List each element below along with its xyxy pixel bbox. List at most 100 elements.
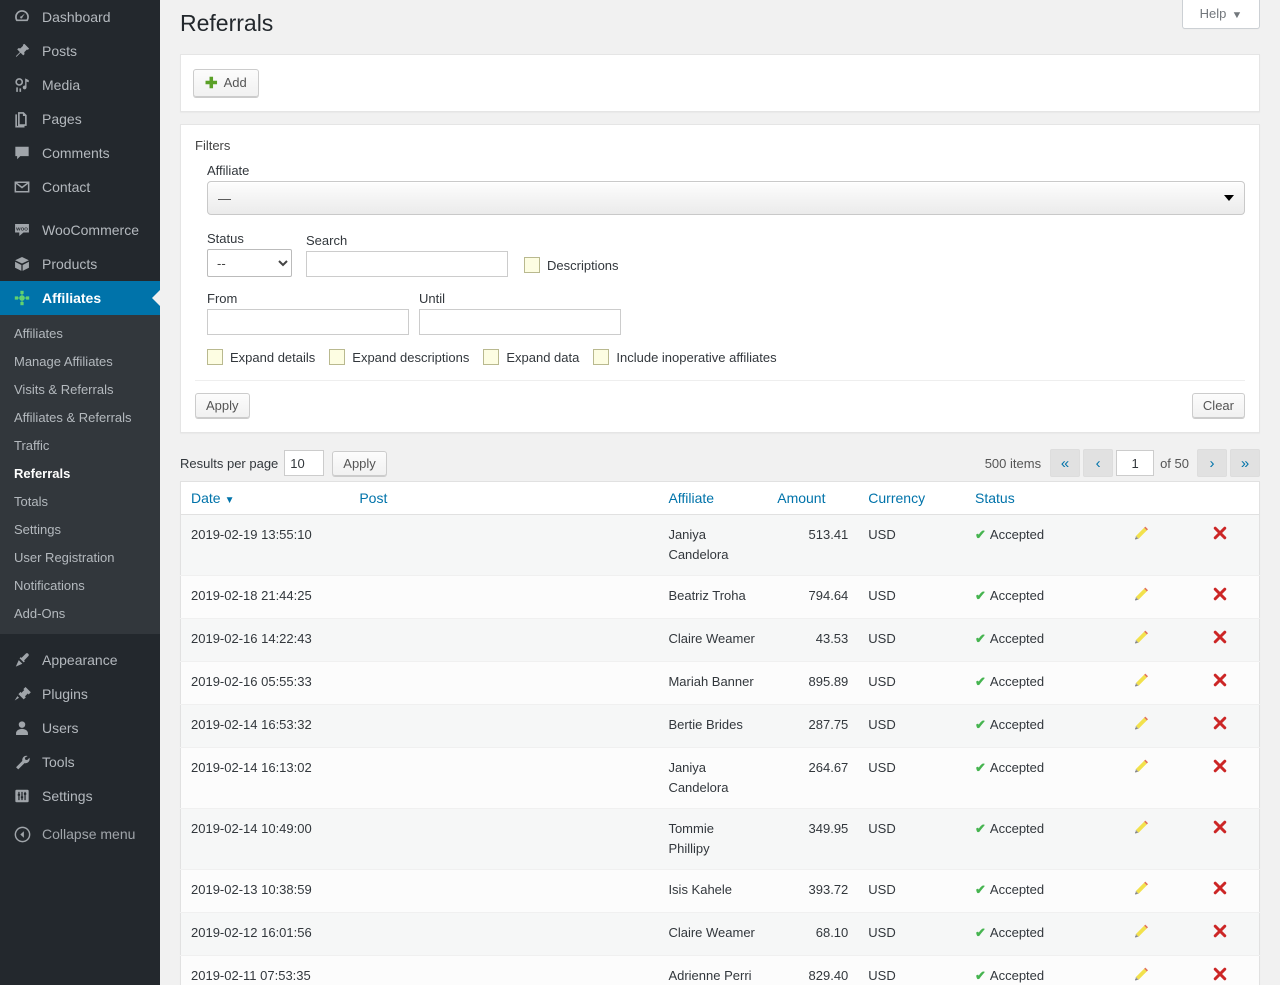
cell-currency: USD	[858, 912, 966, 956]
delete-x-icon[interactable]	[1212, 819, 1228, 835]
appearance-icon	[10, 651, 34, 669]
help-tab-wrap: Help ▼	[1182, 0, 1260, 29]
next-page-button-top[interactable]: ›	[1197, 449, 1227, 477]
delete-x-icon[interactable]	[1212, 715, 1228, 731]
add-panel: ✚ Add	[180, 54, 1260, 112]
cell-amount: 264.67	[767, 747, 859, 809]
expand-details-checkbox-label: Expand details	[230, 349, 316, 365]
sidebar-item-products[interactable]: Products	[0, 247, 160, 281]
submenu-item-manage-affiliates[interactable]: Manage Affiliates	[0, 348, 160, 376]
filters-clear-button[interactable]: Clear	[1191, 393, 1245, 418]
sidebar-item-dashboard[interactable]: Dashboard	[0, 0, 160, 34]
cell-currency: USD	[858, 955, 966, 985]
tools-icon	[10, 753, 34, 771]
submenu-item-traffic[interactable]: Traffic	[0, 432, 160, 460]
sidebar-item-users[interactable]: Users	[0, 711, 160, 745]
help-button[interactable]: Help ▼	[1182, 0, 1260, 29]
until-date-input[interactable]	[419, 309, 621, 335]
pencil-icon[interactable]	[1134, 880, 1150, 896]
last-page-button-top[interactable]: »	[1230, 449, 1260, 477]
expand-details-checkbox[interactable]	[207, 349, 223, 365]
sidebar-item-plugins[interactable]: Plugins	[0, 677, 160, 711]
results-per-page-input[interactable]	[284, 450, 325, 476]
pencil-icon[interactable]	[1134, 525, 1150, 541]
pencil-icon[interactable]	[1134, 715, 1150, 731]
from-filter-label: From	[207, 291, 238, 306]
delete-x-icon[interactable]	[1212, 525, 1228, 541]
column-header-amount[interactable]: Amount	[767, 481, 859, 515]
pencil-icon[interactable]	[1134, 672, 1150, 688]
pencil-icon[interactable]	[1134, 819, 1150, 835]
table-row: 2019-02-12 16:01:56 Claire Weamer 68.10 USD…	[180, 912, 1260, 956]
delete-x-icon[interactable]	[1212, 758, 1228, 774]
collapse-menu-button[interactable]: Collapse menu	[0, 817, 160, 851]
column-header-date[interactable]: Date ▼	[180, 481, 350, 515]
cell-status: ✔ Accepted	[965, 618, 1103, 662]
sidebar-item-appearance[interactable]: Appearance	[0, 643, 160, 677]
sidebar-item-pages[interactable]: Pages	[0, 102, 160, 136]
column-header-post[interactable]: Post	[349, 481, 659, 515]
status-label: Accepted	[989, 821, 1045, 836]
check-icon: ✔	[975, 631, 986, 646]
current-page-input-top[interactable]	[1116, 450, 1155, 476]
sidebar-item-label: Plugins	[42, 686, 88, 702]
submenu-item-visits-referrals[interactable]: Visits & Referrals	[0, 376, 160, 404]
affiliate-select[interactable]: —	[207, 181, 1245, 215]
submenu-item-totals[interactable]: Totals	[0, 488, 160, 516]
submenu-item-settings[interactable]: Settings	[0, 516, 160, 544]
submenu-item-referrals[interactable]: Referrals	[0, 460, 160, 488]
delete-x-icon[interactable]	[1212, 966, 1228, 982]
cell-status: ✔ Accepted	[965, 869, 1103, 913]
delete-x-icon[interactable]	[1212, 629, 1228, 645]
column-header-status[interactable]: Status	[965, 481, 1103, 515]
table-body: 2019-02-19 13:55:10 Janiya Candelora 513.4…	[180, 514, 1260, 985]
column-header-currency[interactable]: Currency	[858, 481, 966, 515]
delete-x-icon[interactable]	[1212, 923, 1228, 939]
delete-x-icon[interactable]	[1212, 586, 1228, 602]
sidebar-item-tools[interactable]: Tools	[0, 745, 160, 779]
page-title: Referrals	[180, 10, 274, 36]
descriptions-checkbox[interactable]	[524, 257, 540, 273]
pencil-icon[interactable]	[1134, 966, 1150, 982]
expand-data-checkbox[interactable]	[483, 349, 500, 365]
sidebar-item-comments[interactable]: Comments	[0, 136, 160, 170]
cell-post	[349, 661, 659, 705]
pencil-icon[interactable]	[1134, 586, 1150, 602]
cell-currency: USD	[858, 618, 966, 662]
prev-page-button-top[interactable]: ‹	[1083, 449, 1114, 477]
sidebar-item-media[interactable]: Media	[0, 68, 160, 102]
pencil-icon[interactable]	[1134, 758, 1150, 774]
submenu-item-notifications[interactable]: Notifications	[0, 572, 160, 600]
sidebar-item-posts[interactable]: Posts	[0, 34, 160, 68]
cell-amount: 829.40	[767, 955, 859, 985]
expand-descriptions-checkbox[interactable]	[329, 349, 346, 365]
pencil-icon[interactable]	[1134, 629, 1150, 645]
sidebar-item-woocommerce[interactable]: WOO WooCommerce	[0, 213, 160, 247]
cell-affiliate: Tommie Phillipy	[658, 808, 768, 870]
submenu-item-affiliates[interactable]: Affiliates	[0, 320, 160, 348]
cell-edit	[1102, 575, 1182, 619]
pencil-icon[interactable]	[1134, 923, 1150, 939]
search-input[interactable]	[306, 251, 508, 277]
plugins-icon	[10, 685, 34, 703]
sidebar-item-affiliates[interactable]: Affiliates	[0, 281, 160, 315]
filters-apply-button[interactable]: Apply	[195, 393, 250, 418]
status-select[interactable]: --	[207, 249, 292, 277]
table-row: 2019-02-14 16:13:02 Janiya Candelora 264.6…	[180, 747, 1260, 809]
delete-x-icon[interactable]	[1212, 672, 1228, 688]
delete-x-icon[interactable]	[1212, 880, 1228, 896]
from-date-input[interactable]	[207, 309, 409, 335]
column-header-affiliate[interactable]: Affiliate	[658, 481, 768, 515]
referrals-table: Date ▼ Post Affiliate Amount Currency Sta…	[180, 481, 1260, 985]
sidebar-item-label: Comments	[42, 145, 110, 161]
sidebar-item-settings[interactable]: Settings	[0, 779, 160, 813]
from-filter-group: From	[207, 291, 409, 335]
submenu-item-add-ons[interactable]: Add-Ons	[0, 600, 160, 628]
sidebar-item-contact[interactable]: Contact	[0, 170, 160, 204]
include-inoperative-affiliates-checkbox[interactable]	[593, 349, 610, 365]
results-per-page-apply-button[interactable]: Apply	[332, 450, 387, 476]
submenu-item-user-registration[interactable]: User Registration	[0, 544, 160, 572]
submenu-item-affiliates-referrals[interactable]: Affiliates & Referrals	[0, 404, 160, 432]
add-button[interactable]: ✚ Add	[193, 69, 259, 97]
first-page-button-top[interactable]: «	[1050, 449, 1081, 477]
